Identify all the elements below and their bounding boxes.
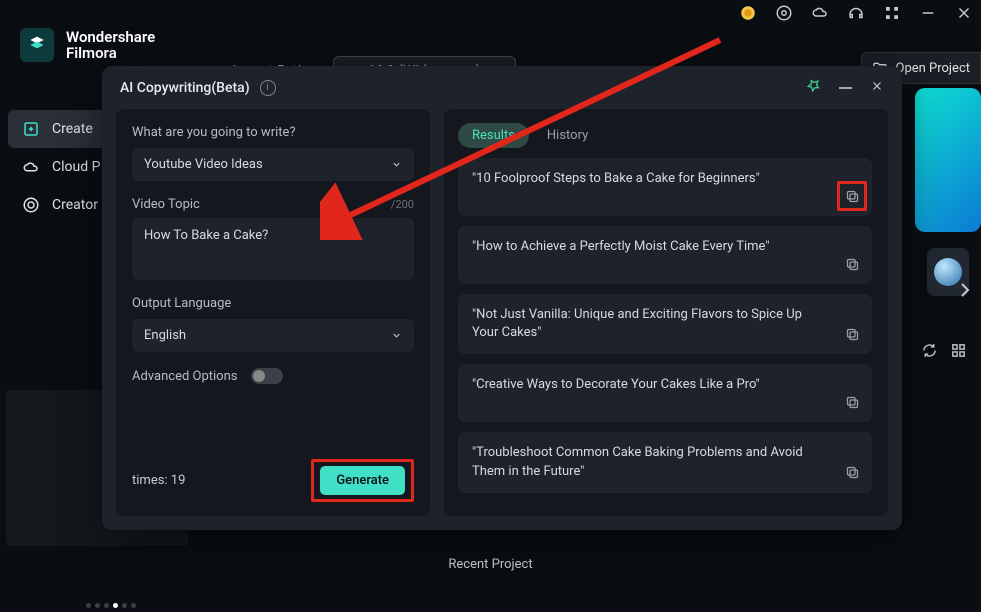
copy-icon [845, 189, 860, 204]
sidebar-label: Creator [52, 197, 98, 213]
copy-button[interactable] [842, 324, 862, 344]
write-type-value: Youtube Video Ideas [144, 157, 263, 172]
results-list: "10 Foolproof Steps to Bake a Cake for B… [458, 158, 878, 502]
lang-label: Output Language [132, 296, 414, 311]
sidebar-label: Create [52, 121, 93, 137]
results-tabs: Results History [458, 123, 878, 148]
rail-next-button[interactable] [953, 278, 977, 302]
top-icon-bar [739, 4, 973, 22]
result-item: "Creative Ways to Decorate Your Cakes Li… [458, 364, 872, 422]
ai-copywriting-modal: AI Copywriting(Beta) i What are you goin… [102, 66, 902, 530]
tab-history[interactable]: History [533, 123, 602, 148]
results-panel: Results History "10 Foolproof Steps to B… [444, 109, 888, 516]
result-item: "10 Foolproof Steps to Bake a Cake for B… [458, 158, 872, 216]
modal-header: AI Copywriting(Beta) i [102, 66, 902, 109]
brand-top: Wondershare [66, 29, 155, 46]
logo-mark-icon [20, 28, 54, 62]
brand-bottom: Filmora [66, 45, 155, 62]
copy-button[interactable] [842, 392, 862, 412]
modal-title: AI Copywriting(Beta) [120, 80, 250, 96]
result-text: "How to Achieve a Perfectly Moist Cake E… [472, 238, 858, 256]
minimize-icon[interactable] [919, 4, 937, 22]
tab-results[interactable]: Results [458, 123, 529, 148]
gear-icon[interactable] [775, 4, 793, 22]
annotation-highlight [837, 181, 867, 211]
result-item: "How to Achieve a Perfectly Moist Cake E… [458, 226, 872, 284]
char-count: /200 [391, 198, 414, 211]
chevron-right-icon [953, 278, 977, 302]
modal-close-icon[interactable] [870, 78, 884, 97]
result-text: "Troubleshoot Common Cake Baking Problem… [472, 444, 858, 480]
topic-label: Video Topic [132, 197, 200, 212]
sidebar-label: Cloud P [52, 159, 100, 175]
topic-input[interactable]: How To Bake a Cake? [132, 218, 414, 280]
copy-icon [845, 257, 860, 272]
copy-icon [845, 327, 860, 342]
advanced-label: Advanced Options [132, 369, 237, 384]
result-text: "Creative Ways to Decorate Your Cakes Li… [472, 376, 858, 394]
coin-icon[interactable] [739, 4, 757, 22]
annotation-highlight: Generate [311, 459, 414, 502]
modal-minimize-icon[interactable] [839, 87, 852, 89]
copy-button[interactable] [842, 186, 862, 206]
copy-button[interactable] [842, 254, 862, 274]
generate-button[interactable]: Generate [320, 466, 405, 495]
advanced-toggle[interactable] [251, 368, 283, 384]
app-logo: Wondershare Filmora [20, 28, 155, 62]
result-item: "Troubleshoot Common Cake Baking Problem… [458, 432, 872, 492]
copy-icon [845, 465, 860, 480]
chevron-down-icon [391, 330, 402, 341]
chevron-down-icon [391, 159, 402, 170]
result-item: "Not Just Vanilla: Unique and Exciting F… [458, 294, 872, 354]
cloud-sync-icon[interactable] [811, 4, 829, 22]
progress-dots [86, 603, 136, 608]
language-value: English [144, 328, 186, 343]
write-type-select[interactable]: Youtube Video Ideas [132, 148, 414, 181]
result-text: "10 Foolproof Steps to Bake a Cake for B… [472, 170, 858, 188]
times-remaining: times: 19 [132, 473, 185, 488]
headphones-icon[interactable] [847, 4, 865, 22]
info-icon[interactable]: i [260, 80, 276, 96]
prompt-label: What are you going to write? [132, 125, 414, 140]
copy-icon [845, 395, 860, 410]
result-text: "Not Just Vanilla: Unique and Exciting F… [472, 306, 858, 342]
grid-view-icon[interactable] [950, 342, 967, 363]
window-close-icon[interactable] [955, 4, 973, 22]
recent-project-label: Recent Project [448, 557, 532, 572]
pin-icon[interactable] [806, 78, 821, 97]
apps-grid-icon[interactable] [883, 4, 901, 22]
refresh-icon[interactable] [921, 342, 938, 363]
template-rail [915, 88, 981, 296]
language-select[interactable]: English [132, 319, 414, 352]
rail-view-controls [921, 342, 967, 363]
copy-button[interactable] [842, 463, 862, 483]
form-panel: What are you going to write? Youtube Vid… [116, 109, 430, 516]
open-project-label: Open Project [896, 61, 971, 76]
template-thumbnail[interactable] [915, 88, 981, 232]
